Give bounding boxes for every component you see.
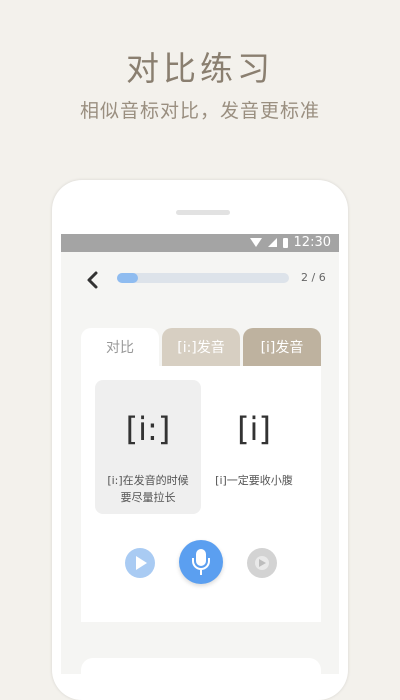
promo-headline: 对比练习 [126, 49, 274, 88]
progress-counter: 2 / 6 [301, 271, 326, 284]
play-icon [136, 556, 147, 570]
audio-controls [81, 540, 321, 584]
progress-fill [117, 273, 138, 283]
wifi-icon [249, 238, 262, 247]
record-button[interactable] [179, 540, 223, 584]
phoneme-description: [i:]在发音的时候要尽量拉长 [107, 474, 189, 504]
phoneme-symbol: [i:] [125, 410, 171, 448]
play-sample-button[interactable] [125, 548, 155, 578]
battery-icon [282, 237, 288, 248]
phone-speaker [176, 210, 230, 215]
back-button[interactable] [81, 268, 105, 292]
play-icon [255, 556, 269, 570]
chevron-left-icon [87, 271, 98, 289]
signal-icon [267, 238, 277, 247]
status-time: 12:30 [293, 235, 331, 250]
comparison-card: [i:] [i:]在发音的时候要尽量拉长 [i] [i]一定要收小腹 [81, 366, 321, 622]
promo-subline: 相似音标对比，发音更标准 [79, 100, 320, 122]
tab-bar: 对比 [i:]发音 [i]发音 [81, 328, 321, 368]
phoneme-description: [i]一定要收小腹 [215, 474, 293, 487]
phoneme-card-long-i[interactable]: [i:] [i:]在发音的时候要尽量拉长 [95, 380, 201, 514]
phoneme-symbol: [i] [237, 410, 271, 448]
tab-compare[interactable]: 对比 [81, 328, 159, 368]
next-card-peek [81, 658, 321, 688]
tab-short-i[interactable]: [i]发音 [243, 328, 321, 368]
status-bar: 12:30 [61, 234, 339, 252]
app-screen: 12:30 2 / 6 对比 [i:]发音 [i]发音 [i:] [i:]在发音… [61, 234, 339, 688]
progress-bar [117, 273, 289, 283]
tab-long-i[interactable]: [i:]发音 [162, 328, 240, 368]
play-recording-button[interactable] [247, 548, 277, 578]
phoneme-card-short-i[interactable]: [i] [i]一定要收小腹 [201, 380, 307, 514]
